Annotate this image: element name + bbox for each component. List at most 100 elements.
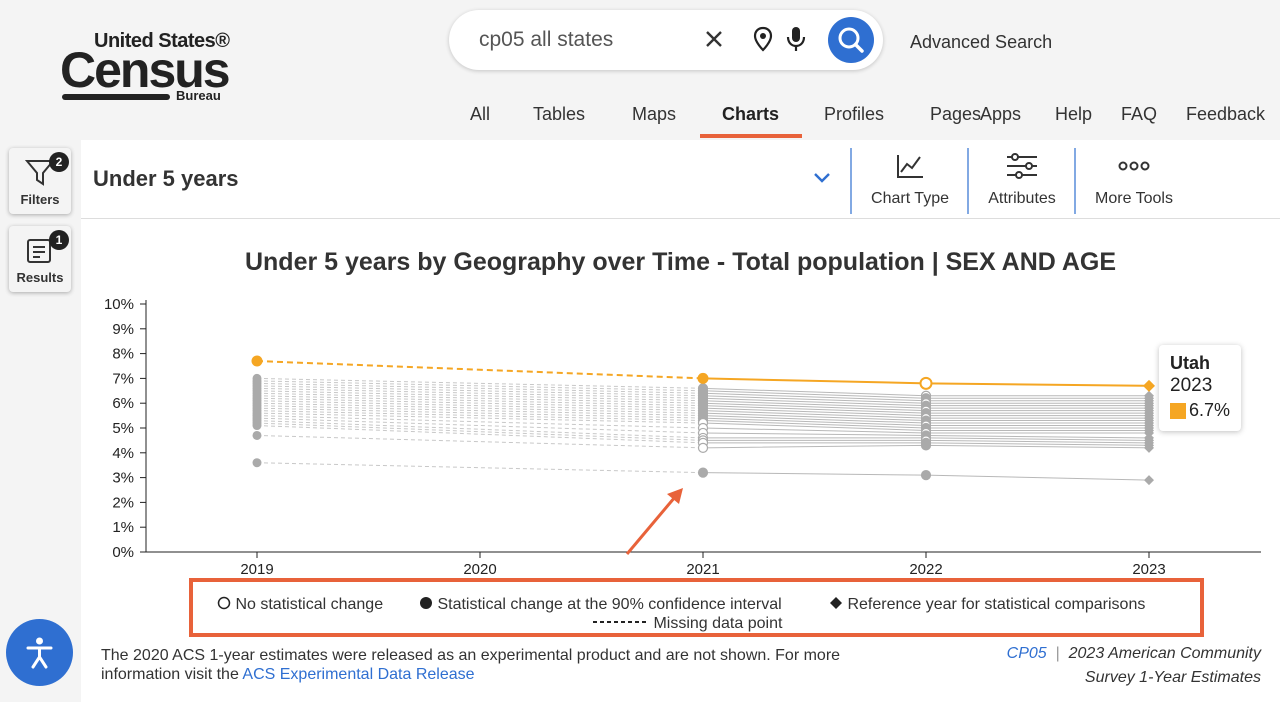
tooltip-value: 6.7%	[1189, 400, 1231, 420]
search-icon	[838, 27, 864, 53]
utah-point-2021	[697, 372, 709, 384]
diamond-icon	[830, 597, 842, 609]
sliders-icon	[1007, 153, 1037, 179]
nav-maps[interactable]: Maps	[632, 104, 676, 125]
chart-toolbar: Under 5 years Chart Type Attributes More…	[81, 140, 1280, 219]
variable-selector-label[interactable]: Under 5 years	[93, 166, 239, 192]
census-logo[interactable]: United States® Census Bureau	[60, 30, 240, 105]
open-circle-icon	[217, 596, 231, 610]
search-input[interactable]	[479, 26, 699, 54]
logo-bar	[62, 94, 170, 100]
nav-all[interactable]: All	[470, 104, 490, 125]
legend-reference: Reference year for statistical compariso…	[829, 596, 1145, 614]
active-tab-indicator	[700, 134, 802, 138]
source-citation: CP05 | 2023 American Community Survey 1-…	[981, 642, 1261, 690]
tooltip-swatch	[1170, 403, 1186, 419]
series-missing-segment	[256, 462, 704, 474]
line-chart: 0% 1% 2% 3% 4% 5% 6% 7% 8% 9% 10% 2019 2020 2021 2022 2…	[104, 296, 1261, 575]
site-header: United States® Census Bureau Advanced Se…	[0, 0, 1280, 140]
nav-apps[interactable]: Apps	[980, 104, 1021, 125]
legend-no-change: No statistical change	[217, 596, 383, 614]
search-button[interactable]	[828, 17, 874, 63]
x-tick-label: 2019	[240, 561, 273, 575]
nav-faq[interactable]: FAQ	[1121, 104, 1157, 125]
y-tick-label: 9%	[112, 321, 134, 338]
nav-charts[interactable]: Charts	[722, 104, 779, 125]
utah-point-2022	[919, 376, 933, 390]
attributes-label: Attributes	[988, 190, 1056, 207]
legend-change-label: Statistical change at the 90% confidence…	[437, 596, 782, 613]
logo-line3: Bureau	[176, 88, 221, 103]
filters-count-badge: 2	[49, 152, 69, 172]
filters-button[interactable]: 2 Filters	[9, 148, 71, 214]
source-divider: |	[1051, 645, 1065, 662]
more-tools-label: More Tools	[1095, 190, 1173, 207]
location-pin-icon[interactable]	[753, 26, 773, 52]
table-code-link[interactable]: CP05	[1007, 645, 1047, 662]
legend-missing: Missing data point	[593, 615, 782, 633]
tooltip-geography: Utah	[1170, 353, 1210, 373]
line-chart-icon	[897, 155, 923, 178]
series-missing-segment	[256, 425, 704, 444]
x-tick-label: 2022	[909, 561, 942, 575]
y-tick-label: 1%	[112, 519, 134, 536]
nav-tables[interactable]: Tables	[533, 104, 585, 125]
y-tick-label: 7%	[112, 370, 134, 387]
utah-point-2019	[251, 355, 263, 367]
data-point	[697, 442, 709, 453]
x-tick-label: 2023	[1132, 561, 1165, 575]
chart-legend: No statistical change Statistical change…	[189, 578, 1204, 637]
utah-missing-segment	[256, 360, 704, 380]
close-icon[interactable]	[703, 28, 725, 50]
data-point	[252, 421, 262, 431]
legend-reference-label: Reference year for statistical compariso…	[847, 596, 1146, 613]
dashed-line-icon	[593, 621, 649, 623]
y-tick-label: 8%	[112, 346, 134, 363]
utah-reference-diamond	[1143, 379, 1155, 392]
results-button[interactable]: 1 Results	[9, 226, 71, 292]
y-tick-label: 5%	[112, 420, 134, 437]
nav-help[interactable]: Help	[1055, 104, 1092, 125]
source-line1: 2023 American Community	[1068, 645, 1261, 662]
y-tick-label: 0%	[112, 544, 134, 561]
chart-title: Under 5 years by Geography over Time - T…	[244, 248, 1117, 276]
data-point	[920, 440, 932, 451]
chart-panel: Under 5 years Chart Type Attributes More…	[81, 140, 1280, 702]
y-tick-label: 3%	[112, 470, 134, 487]
filters-label: Filters	[20, 192, 60, 207]
toolbar-divider	[1074, 148, 1076, 214]
results-count-badge: 1	[49, 230, 69, 250]
experimental-release-link[interactable]: ACS Experimental Data Release	[242, 666, 474, 683]
data-point	[697, 467, 709, 478]
accessibility-icon	[26, 637, 53, 669]
reference-diamond	[1144, 475, 1154, 486]
x-tick-label: 2020	[463, 561, 496, 575]
legend-change: Statistical change at the 90% confidence…	[419, 596, 782, 614]
nav-pages[interactable]: Pages	[930, 104, 981, 125]
accessibility-button[interactable]	[6, 619, 73, 686]
y-tick-label: 4%	[112, 445, 134, 462]
x-tick-label: 2021	[686, 561, 719, 575]
legend-missing-label: Missing data point	[653, 615, 783, 632]
toolbar-divider	[967, 148, 969, 214]
data-point	[920, 470, 932, 481]
more-dots-icon	[1118, 161, 1150, 171]
chart-tooltip: Utah 2023 6.7%	[1159, 345, 1241, 431]
nav-feedback[interactable]: Feedback	[1186, 104, 1265, 125]
y-tick-label: 6%	[112, 395, 134, 412]
filled-circle-icon	[420, 597, 432, 609]
series-missing-segment	[256, 420, 704, 439]
microphone-icon[interactable]	[785, 25, 807, 53]
search-bar	[449, 10, 883, 70]
data-point	[252, 458, 262, 468]
chart-type-label: Chart Type	[871, 190, 949, 207]
tooltip-year: 2023	[1170, 375, 1213, 396]
toolbar-divider	[850, 148, 852, 214]
footnote: The 2020 ACS 1-year estimates were relea…	[101, 646, 921, 684]
advanced-search-link[interactable]: Advanced Search	[910, 32, 1052, 53]
data-point	[252, 430, 262, 440]
chevron-down-icon[interactable]	[811, 166, 833, 188]
annotation-arrow	[625, 496, 677, 555]
nav-profiles[interactable]: Profiles	[824, 104, 884, 125]
y-tick-label: 10%	[104, 296, 134, 313]
